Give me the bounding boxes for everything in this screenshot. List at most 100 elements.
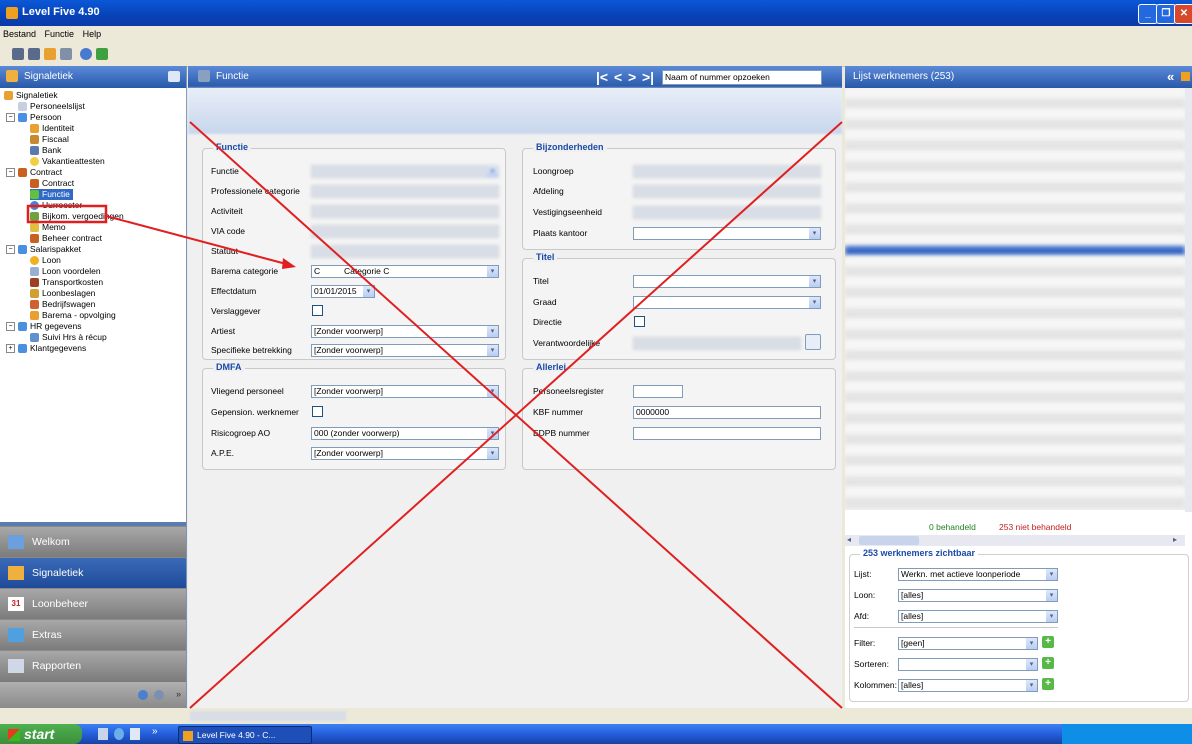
edpb-nummer-input[interactable] bbox=[633, 427, 821, 440]
table-row[interactable] bbox=[845, 350, 1185, 361]
chevron-down-icon[interactable]: ▾ bbox=[487, 428, 498, 439]
table-row[interactable] bbox=[845, 497, 1185, 508]
tree-item-identiteit[interactable]: Identiteit bbox=[30, 123, 74, 134]
table-row[interactable] bbox=[845, 382, 1185, 392]
functie-field[interactable]: ▾ bbox=[311, 165, 499, 178]
menu-help[interactable]: Help bbox=[80, 26, 105, 42]
scroll-right-icon[interactable]: ▸ bbox=[1173, 535, 1177, 544]
loongroep-field[interactable] bbox=[633, 165, 821, 178]
tree-item-fiscaal[interactable]: Fiscaal bbox=[30, 134, 69, 145]
table-row[interactable] bbox=[845, 371, 1185, 382]
tree-item-contract[interactable]: Contract bbox=[30, 178, 74, 189]
tree-item-hr-gegevens[interactable]: − HR gegevens bbox=[6, 321, 82, 332]
table-row[interactable] bbox=[845, 224, 1185, 235]
table-row[interactable] bbox=[845, 203, 1185, 214]
exit-icon[interactable] bbox=[96, 48, 108, 60]
add-sort-icon[interactable]: + bbox=[1042, 657, 1054, 669]
tree-item-bank[interactable]: Bank bbox=[30, 145, 61, 156]
scroll-left-icon[interactable]: ◂ bbox=[847, 535, 851, 544]
user-icon[interactable] bbox=[44, 48, 56, 60]
tree-item-personeelslijst[interactable]: Personeelslijst bbox=[18, 101, 85, 112]
directie-checkbox[interactable] bbox=[634, 316, 645, 327]
tree-item-vakantieattesten[interactable]: Vakantieattesten bbox=[30, 156, 105, 167]
chevron-down-icon[interactable]: ▾ bbox=[1046, 611, 1057, 622]
nav-signaletiek[interactable]: Signaletiek bbox=[0, 557, 186, 589]
table-row[interactable] bbox=[845, 88, 1185, 98]
table-row[interactable] bbox=[845, 214, 1185, 224]
collapse-icon[interactable]: − bbox=[6, 168, 15, 178]
table-row[interactable] bbox=[845, 392, 1185, 403]
tree-item-barema-opvolging[interactable]: Barema - opvolging bbox=[30, 310, 116, 321]
table-row[interactable] bbox=[845, 277, 1185, 287]
more-icon[interactable]: » bbox=[152, 726, 158, 737]
tree-item-salarispakket[interactable]: − Salarispakket bbox=[6, 244, 81, 255]
collapse-icon[interactable]: − bbox=[6, 113, 15, 123]
expand-icon[interactable]: + bbox=[6, 344, 15, 354]
filter-select[interactable]: [geen] ▾ bbox=[898, 637, 1038, 650]
table-row[interactable] bbox=[845, 161, 1185, 172]
table-row[interactable] bbox=[845, 403, 1185, 413]
tree-item-persoon[interactable]: − Persoon bbox=[6, 112, 62, 123]
tree-item-uurrooster[interactable]: Uurrooster bbox=[30, 200, 82, 211]
loon-select[interactable]: [alles] ▾ bbox=[898, 589, 1058, 602]
vertical-scrollbar[interactable] bbox=[1185, 88, 1192, 512]
document-icon[interactable] bbox=[60, 48, 72, 60]
table-row[interactable] bbox=[845, 172, 1185, 182]
nav-extras[interactable]: Extras bbox=[0, 619, 186, 651]
sorteren-select[interactable]: ▾ bbox=[898, 658, 1038, 671]
afd-select[interactable]: [alles] ▾ bbox=[898, 610, 1058, 623]
chevron-down-icon[interactable]: ▾ bbox=[809, 297, 820, 308]
gepension-werknemer-checkbox[interactable] bbox=[312, 406, 323, 417]
horizontal-scrollbar[interactable]: ◂ ▸ bbox=[845, 535, 1185, 546]
statuut-field[interactable] bbox=[311, 245, 499, 258]
add-filter-icon[interactable]: + bbox=[1042, 636, 1054, 648]
table-row[interactable] bbox=[845, 266, 1185, 277]
kbf-nummer-input[interactable]: 0000000 bbox=[633, 406, 821, 419]
artiest-select[interactable]: [Zonder voorwerp] ▾ bbox=[311, 325, 499, 338]
chevron-down-icon[interactable]: ▾ bbox=[1026, 638, 1037, 649]
table-row[interactable] bbox=[845, 466, 1185, 476]
chevron-down-icon[interactable]: ▾ bbox=[1046, 569, 1057, 580]
chevron-down-icon[interactable]: ▾ bbox=[487, 266, 498, 277]
employee-list-blurred[interactable] bbox=[845, 88, 1185, 510]
tree-item-bijkom-vergoedingen[interactable]: Bijkom. vergoedingen bbox=[30, 211, 124, 222]
quicklaunch-icon[interactable] bbox=[98, 728, 108, 740]
table-row[interactable] bbox=[845, 487, 1185, 497]
scroll-thumb[interactable] bbox=[859, 536, 919, 545]
chevron-down-icon[interactable]: ▾ bbox=[809, 276, 820, 287]
search-input[interactable]: Naam of nummer opzoeken bbox=[662, 70, 822, 85]
chevron-down-icon[interactable]: ▾ bbox=[1026, 659, 1037, 670]
next-record-icon[interactable]: > bbox=[628, 66, 636, 88]
minimize-button[interactable]: _ bbox=[1138, 4, 1158, 24]
collapse-icon[interactable]: − bbox=[6, 322, 15, 332]
plaats-kantoor-select[interactable]: ▾ bbox=[633, 227, 821, 240]
via-code-field[interactable] bbox=[311, 225, 499, 238]
start-button[interactable]: start bbox=[0, 724, 82, 744]
tree-item-transportkosten[interactable]: Transportkosten bbox=[30, 277, 103, 288]
table-row[interactable] bbox=[845, 245, 1185, 256]
table-row[interactable] bbox=[845, 424, 1185, 434]
table-row[interactable] bbox=[845, 445, 1185, 455]
afdeling-field[interactable] bbox=[633, 185, 821, 198]
table-row[interactable] bbox=[845, 98, 1185, 109]
table-row[interactable] bbox=[845, 329, 1185, 340]
save-all-icon[interactable] bbox=[28, 48, 40, 60]
menu-bestand[interactable]: Bestand bbox=[0, 26, 39, 42]
activiteit-field[interactable] bbox=[311, 205, 499, 218]
pin-icon[interactable] bbox=[168, 71, 180, 82]
verantwoordelijke-field[interactable] bbox=[633, 337, 801, 350]
table-row[interactable] bbox=[845, 340, 1185, 350]
vestigingseenheid-field[interactable] bbox=[633, 206, 821, 219]
explorer-icon[interactable] bbox=[130, 728, 140, 740]
chevron-down-icon[interactable]: ▾ bbox=[487, 345, 498, 356]
chevron-down-icon[interactable]: ▾ bbox=[1046, 590, 1057, 601]
chevron-down-icon[interactable]: ▾ bbox=[363, 286, 374, 297]
nav-welkom[interactable]: Welkom bbox=[0, 526, 186, 558]
configure-icon[interactable] bbox=[154, 690, 164, 700]
tree-item-memo[interactable]: Memo bbox=[30, 222, 66, 233]
previous-record-icon[interactable]: < bbox=[614, 66, 622, 88]
personeelsregister-input[interactable] bbox=[633, 385, 683, 398]
lijst-select[interactable]: Werkn. met actieve loonperiode ▾ bbox=[898, 568, 1058, 581]
tree-item-klantgegevens[interactable]: + Klantgegevens bbox=[6, 343, 86, 354]
tree-item-beheer-contract[interactable]: Beheer contract bbox=[30, 233, 102, 244]
